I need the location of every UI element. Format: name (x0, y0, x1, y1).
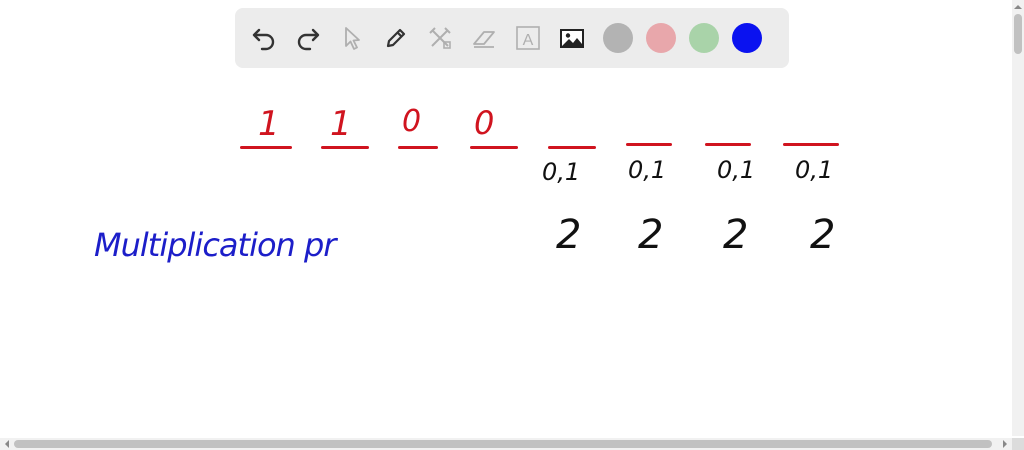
slot-line-3 (705, 143, 751, 146)
digit-4: 0 (474, 104, 495, 142)
svg-text:A: A (523, 32, 534, 49)
color-swatch-gray[interactable] (603, 23, 633, 53)
eraser-icon (473, 31, 495, 48)
undo-button[interactable] (245, 19, 283, 57)
slot-line-2 (626, 143, 672, 146)
slot-line-1 (548, 146, 596, 149)
horizontal-scrollbar[interactable] (0, 438, 1012, 450)
select-button[interactable] (333, 19, 371, 57)
slot-label-1: 0,1 (542, 158, 581, 186)
pen-button[interactable] (377, 19, 415, 57)
redo-icon (297, 28, 320, 51)
slot-count-1: 2 (556, 212, 582, 258)
digit-3-underline (398, 146, 438, 149)
digit-3: 0 (402, 104, 422, 139)
color-swatch-pink[interactable] (646, 23, 676, 53)
slot-count-2: 2 (638, 212, 664, 258)
scroll-left-arrow[interactable] (1, 440, 9, 448)
color-swatch-blue[interactable] (732, 23, 762, 53)
scroll-up-arrow[interactable] (1014, 1, 1022, 9)
digit-4-underline (470, 146, 518, 149)
digit-1-underline (240, 146, 292, 149)
digit-2: 1 (330, 104, 352, 144)
digit-1: 1 (258, 104, 280, 144)
tools-icon (429, 27, 451, 49)
slot-count-4: 2 (810, 212, 836, 258)
scroll-right-arrow[interactable] (1003, 440, 1011, 448)
digit-2-underline (321, 146, 369, 149)
eraser-button[interactable] (465, 19, 503, 57)
vertical-scroll-thumb[interactable] (1014, 14, 1022, 54)
slot-label-3: 0,1 (717, 156, 756, 184)
color-swatch-green[interactable] (689, 23, 719, 53)
text-box-button[interactable]: A (509, 19, 547, 57)
note-text: Multiplication pr (94, 226, 336, 264)
undo-icon (252, 28, 275, 51)
scrollbar-corner (1012, 438, 1024, 450)
image-button[interactable] (553, 19, 591, 57)
image-icon (560, 29, 584, 48)
slot-line-4 (783, 143, 839, 146)
slot-label-4: 0,1 (795, 156, 834, 184)
slot-count-3: 2 (723, 212, 749, 258)
vertical-scrollbar[interactable] (1012, 0, 1024, 436)
tools-button[interactable] (421, 19, 459, 57)
horizontal-scroll-thumb[interactable] (14, 440, 992, 448)
slot-label-2: 0,1 (628, 156, 667, 184)
pen-icon (386, 28, 406, 48)
select-pointer-icon (345, 27, 360, 50)
drawing-toolbar: A (235, 8, 789, 68)
redo-button[interactable] (289, 19, 327, 57)
text-box-icon: A (516, 26, 540, 50)
